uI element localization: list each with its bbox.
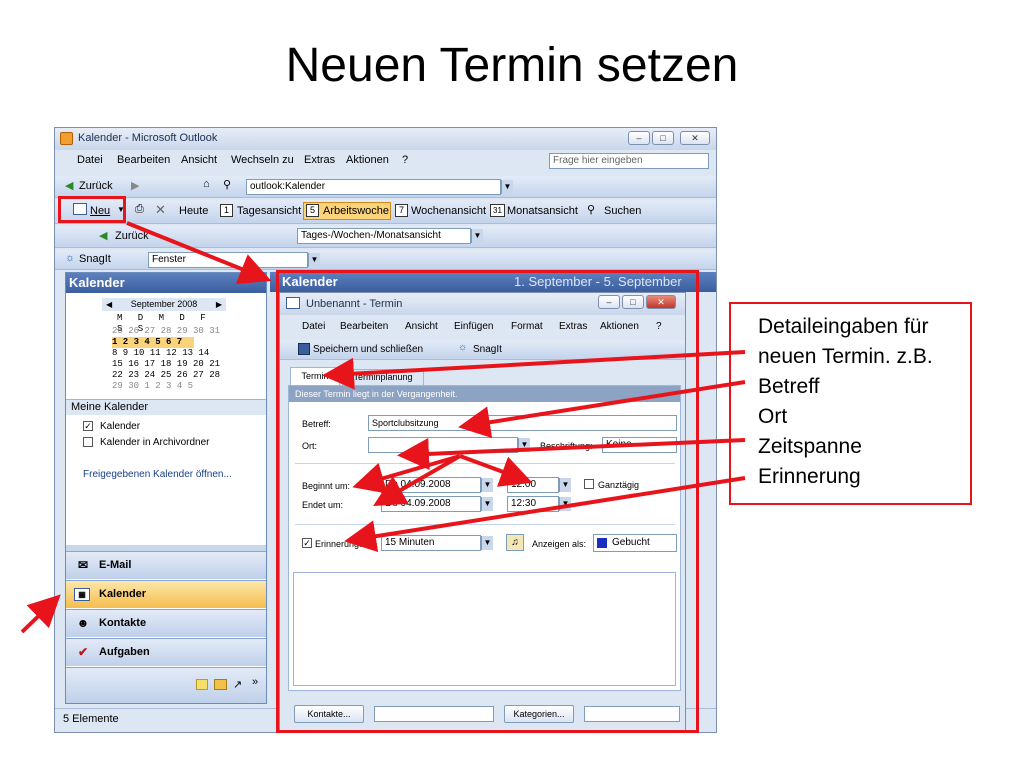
arrow-details-to-tab — [322, 350, 746, 390]
arrow-new-to-dialog — [126, 221, 272, 284]
annotation-arrows — [20, 221, 746, 634]
arrow-zeit-end — [373, 454, 461, 506]
arrow-ort — [397, 437, 746, 470]
arrow-zeit-time — [459, 454, 533, 487]
arrow-zeit-start — [352, 454, 461, 494]
arrow-betreff — [458, 380, 746, 439]
arrow-erinnerung — [344, 476, 746, 553]
arrow-nav-calendar — [20, 594, 61, 634]
